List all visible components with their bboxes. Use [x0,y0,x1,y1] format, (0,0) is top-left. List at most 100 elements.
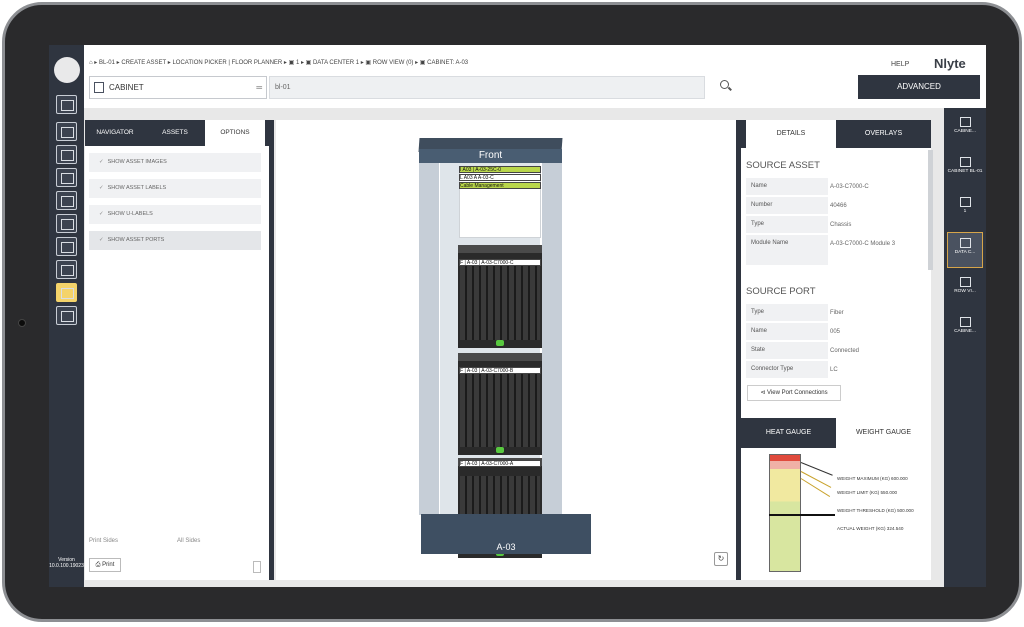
cabinet-icon [94,82,104,93]
rack-view: Front I A03 | A-03-25C-0 L A03 A A-03-C … [276,120,736,580]
tab-assets[interactable]: ASSETS [145,120,205,146]
layout-icon[interactable] [56,214,77,233]
chevron-down-icon: ═ [256,83,262,92]
right-nav-label: DATA C... [954,250,976,255]
field-value: A-03-C7000-C [830,184,869,190]
grid-icon[interactable] [56,168,77,187]
asset-label[interactable]: I A03 | A-03-25C-0 [459,166,541,173]
right-nav-search[interactable]: CABINE... [947,112,983,148]
cabinet-icon [959,317,971,327]
gauge-label: WEIGHT THRESHOLD (KG) 500.000 [837,508,914,513]
status-led [496,447,504,453]
version-label: Version 10.0.100.19023 [49,557,84,569]
gauge-label: ACTUAL WEIGHT (KG) 324.540 [837,526,904,531]
field-value: Chassis [830,222,852,228]
right-nav-label: CABINET BL-01 [947,169,983,174]
source-port-title: SOURCE PORT [746,286,816,297]
option-show-asset-ports[interactable]: ✓ SHOW ASSET PORTS [89,231,261,250]
report-icon[interactable] [56,191,77,210]
right-nav-floor[interactable]: 1 [947,192,983,228]
tab-navigator[interactable]: NAVIGATOR [85,120,145,146]
right-nav-label: ROW VI... [954,289,976,294]
check-icon: ✓ [99,185,104,191]
view-port-connections-button[interactable]: ⊲ View Port Connections [747,385,841,401]
search-icon[interactable] [720,80,729,89]
option-label: SHOW ASSET IMAGES [107,159,167,165]
field-label: Type [746,216,828,233]
help-link[interactable]: HELP [891,61,909,68]
app-logo[interactable] [54,57,80,83]
details-panel: DETAILS OVERLAYS SOURCE ASSET Name A-03-… [741,120,931,418]
option-label: SHOW U-LABELS [107,211,153,217]
breadcrumb[interactable]: ⌂ ▸ BL-01 ▸ CREATE ASSET ▸ LOCATION PICK… [89,59,866,66]
rack-left-rail [419,163,439,515]
check-icon: ✓ [99,159,104,165]
chart-icon[interactable] [56,237,77,256]
option-label: SHOW ASSET PORTS [107,237,165,243]
details-scrollbar[interactable] [928,150,933,270]
cabinet-select[interactable]: CABINET ═ [89,76,267,99]
gauge-label: WEIGHT MAXIMUM (KG) 600.000 [837,476,908,481]
field-value: 005 [830,329,841,335]
chassis-label[interactable]: F | A-03 | A-03-C7000-C [459,259,541,266]
users-icon[interactable] [56,95,77,114]
tab-options[interactable]: OPTIONS [205,120,265,146]
view-port-connections-label: View Port Connections [767,390,828,396]
settings-icon[interactable] [56,306,77,325]
app-screen: Version 10.0.100.19023 ⌂ ▸ BL-01 ▸ CREAT… [49,45,986,587]
right-nav-row-view[interactable]: ROW VI... [947,272,983,308]
floorplan-icon[interactable] [56,283,77,302]
table-icon[interactable] [56,145,77,164]
cabinet-select-label: CABINET [109,83,144,92]
field-value: LC [830,367,838,373]
gauge-tabs: HEAT GAUGE WEIGHT GAUGE [741,418,931,448]
left-splitter[interactable] [269,120,274,580]
tablet-frame: Version 10.0.100.19023 ⌂ ▸ BL-01 ▸ CREAT… [2,2,1022,622]
rack-name-label: A-03 [496,542,516,552]
right-nav-cabinet-2[interactable]: CABINE... [947,312,983,348]
chassis-label[interactable]: F | A-03 | A-03-C7000-B [459,367,541,374]
asset-label[interactable]: Cable Management [459,182,541,189]
left-tabs: NAVIGATOR ASSETS OPTIONS [85,120,269,146]
option-label: SHOW ASSET LABELS [107,185,167,191]
gauge-label: WEIGHT LIMIT (KG) 550.000 [837,490,898,495]
all-sides-select[interactable]: All Sides [177,538,200,544]
camera-dot [18,319,26,327]
weight-gauge-bar [769,454,801,572]
print-sides-label: Print Sides [89,538,119,544]
gauge-panel: HEAT GAUGE WEIGHT GAUGE WEIGHT MAXIMUM (… [741,418,931,580]
print-button[interactable]: ⎙ Print [89,558,121,572]
field-value: A-03-C7000-C Module 3 [830,241,896,247]
print-sides-row[interactable]: Print Sides All Sides [89,538,257,552]
asset-label[interactable]: L A03 A A-03-C [459,174,541,181]
search-input[interactable]: bl-01 [269,76,705,99]
option-show-asset-images[interactable]: ✓ SHOW ASSET IMAGES [89,153,261,172]
advanced-button[interactable]: ADVANCED [858,75,980,99]
option-show-u-labels[interactable]: ✓ SHOW U-LABELS [89,205,261,224]
option-show-asset-labels[interactable]: ✓ SHOW ASSET LABELS [89,179,261,198]
field-value: Fiber [830,310,844,316]
field-label: Module Name [746,235,828,265]
gauge-pointer-line [800,478,831,497]
tab-heat-gauge[interactable]: HEAT GAUGE [741,418,836,448]
check-icon: ✓ [99,237,104,243]
right-nav-label: 1 [963,209,967,214]
list-icon[interactable] [56,260,77,279]
blade-slots [460,263,540,340]
left-icon-bar: Version 10.0.100.19023 [49,45,84,587]
right-nav-cabinet[interactable]: CABINET BL-01 [947,152,983,188]
check-icon: ✓ [99,211,104,217]
rack-base: A-03 [421,514,591,554]
field-label: Type [746,304,828,321]
tab-overlays[interactable]: OVERLAYS [836,120,931,148]
field-label: Number [746,197,828,214]
home-icon[interactable] [56,122,77,141]
data-center-icon [959,238,971,248]
export-icon[interactable] [253,561,261,573]
tab-details[interactable]: DETAILS [746,120,836,148]
tab-weight-gauge[interactable]: WEIGHT GAUGE [836,418,931,448]
right-nav-data-center[interactable]: DATA C... [947,232,983,268]
rotate-icon[interactable]: ↻ [714,552,728,566]
chassis-label[interactable]: F | A-03 | A-03-C7000-A [459,460,541,467]
field-label: Connector Type [746,361,828,378]
